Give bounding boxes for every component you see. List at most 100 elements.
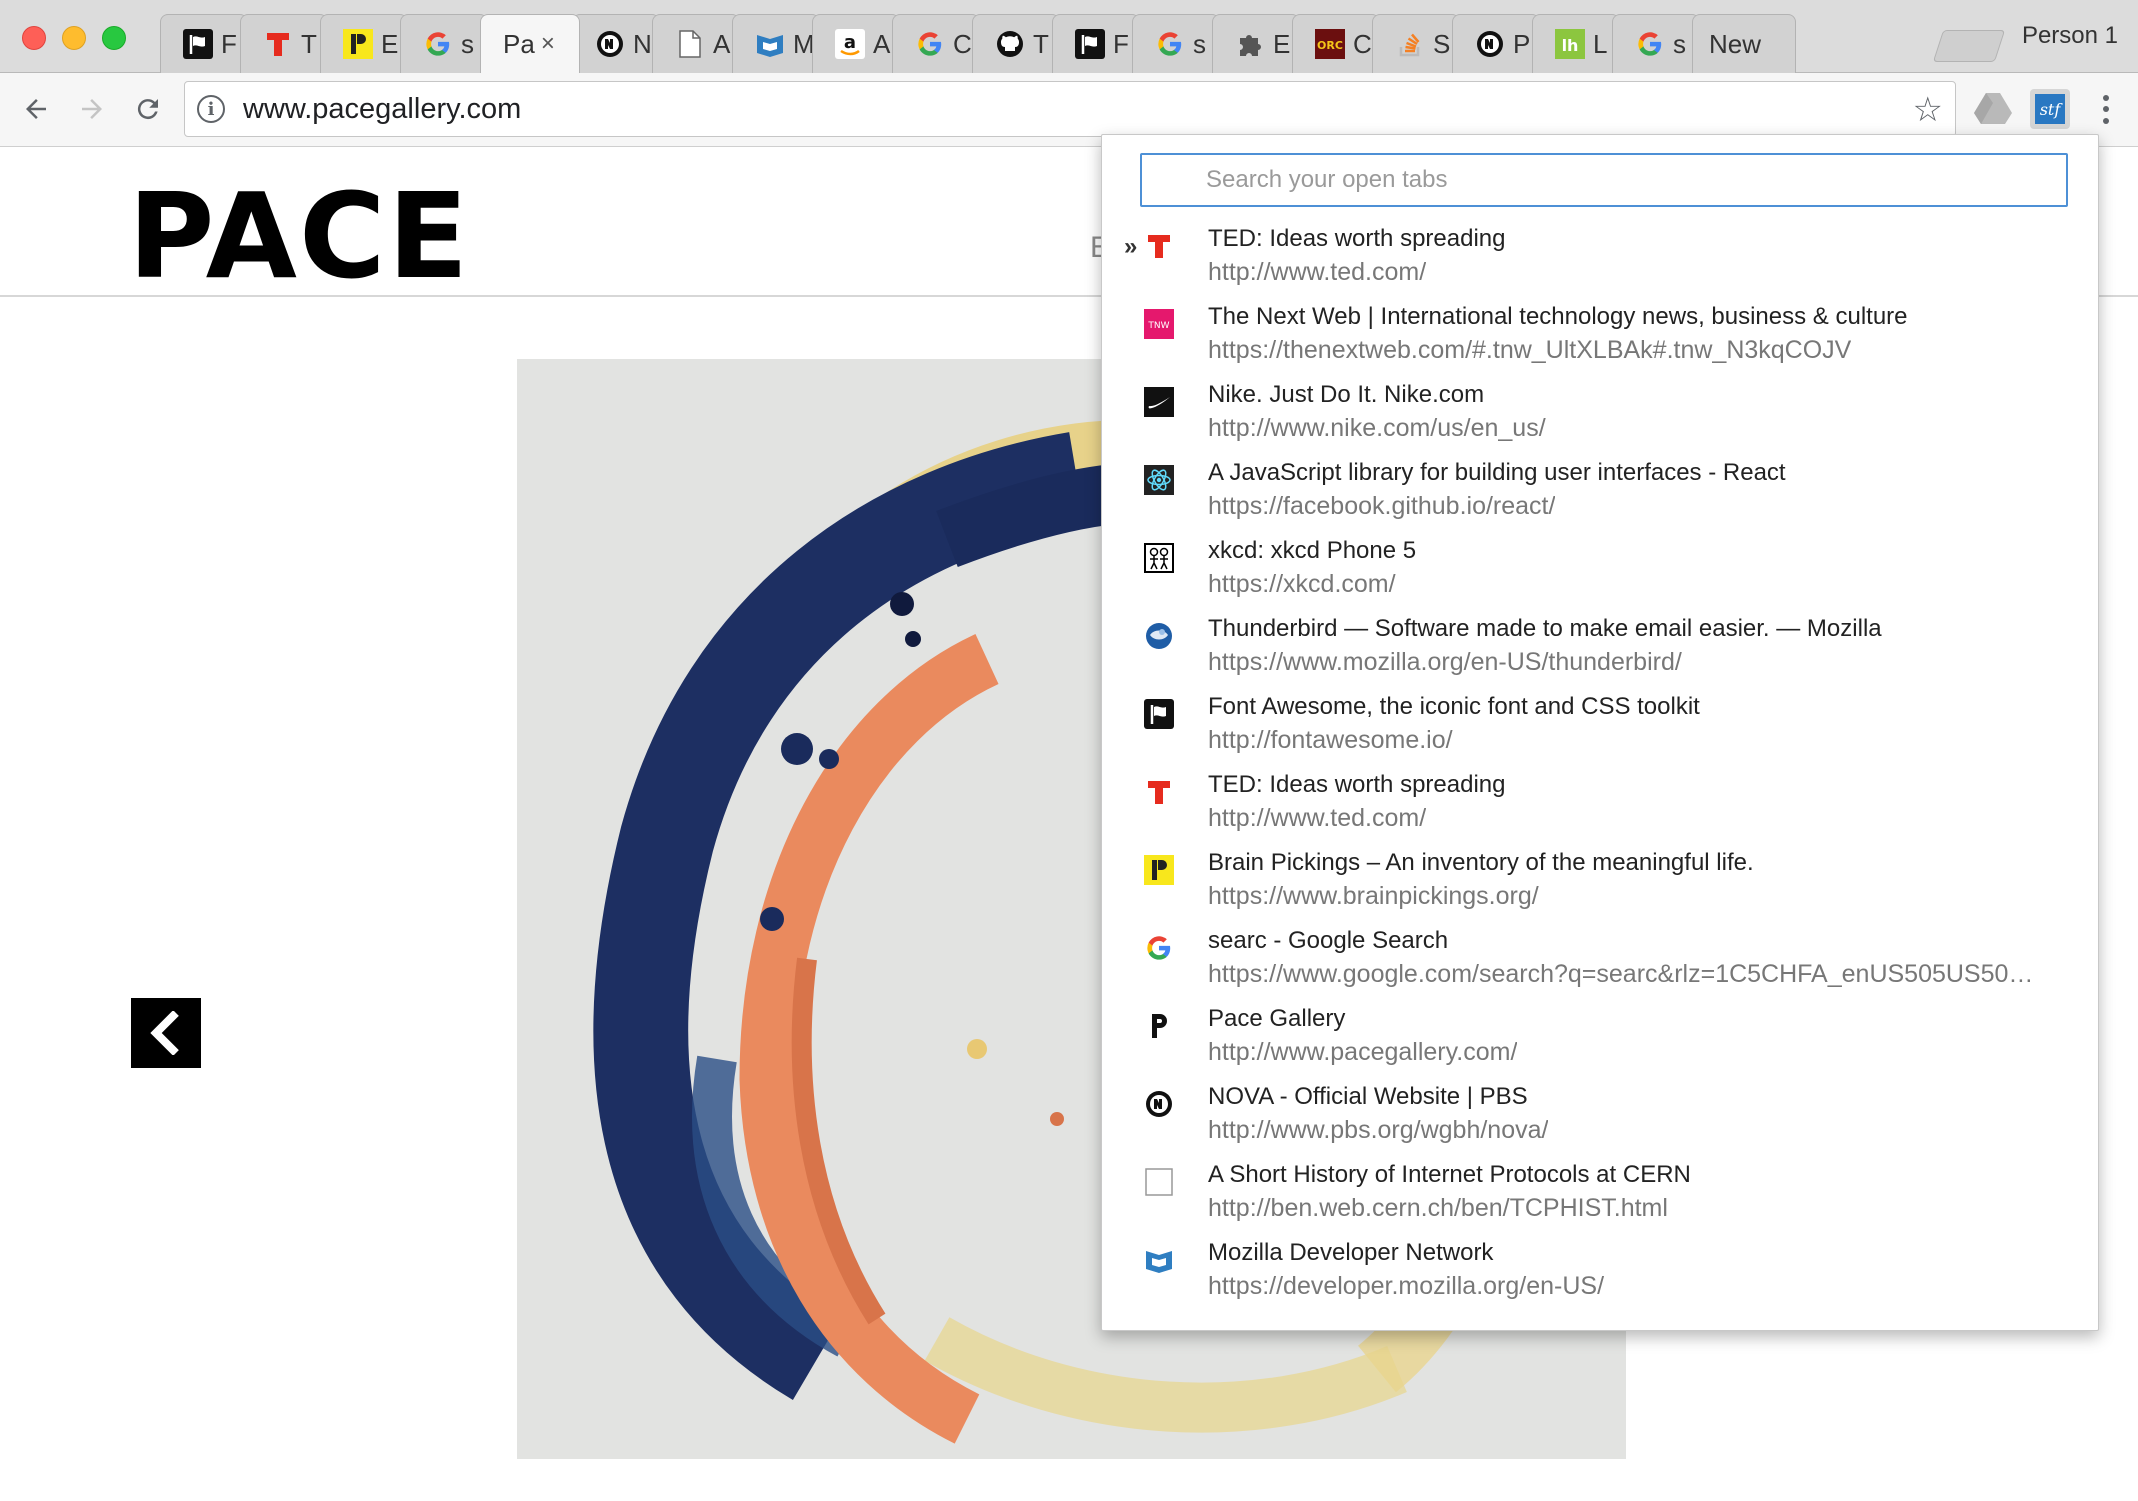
browser-tab[interactable]: A bbox=[652, 14, 740, 73]
bookmark-star-icon[interactable]: ☆ bbox=[1913, 90, 1943, 130]
tab-title: Pa bbox=[503, 28, 535, 59]
thunderbird-icon bbox=[1142, 619, 1176, 653]
github-icon bbox=[995, 29, 1025, 59]
tab-result-title: A Short History of Internet Protocols at… bbox=[1208, 1161, 1691, 1188]
site-info-icon[interactable]: i bbox=[197, 95, 225, 123]
pbs-icon bbox=[595, 29, 625, 59]
profile-button[interactable]: Person 1 bbox=[2022, 22, 2118, 50]
ted-icon bbox=[1142, 229, 1176, 263]
browser-tab[interactable]: s bbox=[1612, 14, 1700, 73]
browser-tab[interactable]: Pa × bbox=[480, 14, 580, 73]
svg-text:ORC: ORC bbox=[1317, 39, 1343, 52]
tab-result-title: TED: Ideas worth spreading bbox=[1208, 771, 1506, 798]
pace-logo[interactable]: PACE bbox=[128, 167, 470, 305]
tab-result-item[interactable]: Brain Pickings – An inventory of the mea… bbox=[1102, 849, 2100, 927]
mdn-icon bbox=[1142, 1243, 1176, 1277]
browser-tab[interactable]: T bbox=[972, 14, 1060, 73]
browser-tab[interactable]: s bbox=[1132, 14, 1220, 73]
tab-title: F bbox=[1113, 28, 1129, 59]
back-button[interactable] bbox=[14, 87, 58, 131]
address-bar[interactable]: i www.pacegallery.com ☆ bbox=[184, 81, 1956, 137]
flag-icon bbox=[183, 29, 213, 59]
tab-result-item[interactable]: Nike. Just Do It. Nike.com http://www.nik… bbox=[1102, 381, 2100, 459]
tab-result-url: https://facebook.github.io/react/ bbox=[1208, 492, 1556, 520]
tab-result-item[interactable]: NOVA - Official Website | PBS http://www.… bbox=[1102, 1083, 2100, 1161]
tab-result-title: Mozilla Developer Network bbox=[1208, 1239, 1494, 1266]
flag-icon bbox=[1142, 697, 1176, 731]
ted-icon bbox=[263, 29, 293, 59]
tab-title: s bbox=[461, 28, 474, 59]
address-bar-url[interactable]: www.pacegallery.com bbox=[243, 93, 521, 126]
tab-title: S bbox=[1433, 28, 1451, 59]
browser-tab[interactable]: lh L bbox=[1532, 14, 1620, 73]
tab-result-url: https://thenextweb.com/#.tnw_UltXLBAk#.t… bbox=[1208, 336, 1852, 364]
back-arrow-icon bbox=[26, 99, 46, 119]
tab-result-item[interactable]: A Short History of Internet Protocols at… bbox=[1102, 1161, 2100, 1239]
tab-search-input[interactable] bbox=[1140, 153, 2068, 207]
tab-result-item[interactable]: TED: Ideas worth spreading http://www.ted… bbox=[1102, 771, 2100, 849]
google-icon bbox=[1155, 29, 1185, 59]
browser-tab[interactable]: P bbox=[1452, 14, 1540, 73]
svg-text:TNW: TNW bbox=[1147, 321, 1169, 331]
tab-result-title: Font Awesome, the iconic font and CSS to… bbox=[1208, 693, 1700, 720]
browser-tab[interactable]: C bbox=[892, 14, 980, 73]
browser-tab[interactable]: E bbox=[1212, 14, 1300, 73]
pace-icon bbox=[1142, 1009, 1176, 1043]
tab-title: s bbox=[1193, 28, 1206, 59]
browser-tab[interactable]: F bbox=[160, 14, 248, 73]
minimize-window-button[interactable] bbox=[62, 26, 86, 50]
tab-result-url: http://www.ted.com/ bbox=[1208, 258, 1427, 286]
selected-marker: » bbox=[1124, 233, 1138, 260]
browser-menu-button[interactable] bbox=[2094, 89, 2118, 129]
close-tab-icon[interactable]: × bbox=[541, 30, 555, 58]
browser-tab[interactable]: aA bbox=[812, 14, 900, 73]
drive-extension-icon[interactable] bbox=[1974, 91, 2012, 127]
zoom-window-button[interactable] bbox=[102, 26, 126, 50]
browser-tab[interactable]: New bbox=[1692, 14, 1796, 73]
tab-result-title: Pace Gallery bbox=[1208, 1005, 1346, 1032]
tab-result-item[interactable]: xkcd: xkcd Phone 5 https://xkcd.com/ bbox=[1102, 537, 2100, 615]
tab-title: N bbox=[633, 28, 652, 59]
tab-title: A bbox=[873, 28, 891, 59]
tab-result-item[interactable]: TNW The Next Web | International technolo… bbox=[1102, 303, 2100, 381]
tab-result-item[interactable]: Thunderbird — Software made to make emai… bbox=[1102, 615, 2100, 693]
tab-result-item[interactable]: searc - Google Search https://www.google.… bbox=[1102, 927, 2100, 1005]
tab-result-url: http://www.nike.com/us/en_us/ bbox=[1208, 414, 1546, 442]
tab-search-popup: » TED: Ideas worth spreading http://www.te… bbox=[1101, 134, 2099, 1331]
tab-result-item[interactable]: Font Awesome, the iconic font and CSS to… bbox=[1102, 693, 2100, 771]
google-icon bbox=[1635, 29, 1665, 59]
reload-button[interactable] bbox=[126, 87, 170, 131]
tab-result-item[interactable]: Mozilla Developer Network https://develop… bbox=[1102, 1239, 2100, 1317]
tab-result-item[interactable]: A JavaScript library for building user i… bbox=[1102, 459, 2100, 537]
browser-tab[interactable]: F bbox=[1052, 14, 1140, 73]
ted-icon bbox=[1142, 775, 1176, 809]
browser-tab[interactable]: N bbox=[572, 14, 660, 73]
browser-tab[interactable]: s bbox=[400, 14, 488, 73]
browser-tab[interactable]: T bbox=[240, 14, 328, 73]
tab-result-item[interactable]: » TED: Ideas worth spreading http://www.te… bbox=[1102, 225, 2100, 303]
tab-result-url: http://www.pacegallery.com/ bbox=[1208, 1038, 1518, 1066]
browser-tab[interactable]: E bbox=[320, 14, 408, 73]
tab-result-title: Nike. Just Do It. Nike.com bbox=[1208, 381, 1485, 408]
tab-search-extension-button[interactable]: stf bbox=[2030, 89, 2070, 129]
tab-result-url: https://xkcd.com/ bbox=[1208, 570, 1396, 598]
tab-result-url: https://www.brainpickings.org/ bbox=[1208, 882, 1539, 910]
forward-arrow-icon bbox=[82, 99, 102, 119]
browser-tab[interactable]: M bbox=[732, 14, 820, 73]
new-tab-button[interactable] bbox=[1932, 30, 2006, 62]
amazon-icon: a bbox=[835, 29, 865, 59]
stf-extension-icon: stf bbox=[2035, 94, 2065, 124]
tab-results-list: » TED: Ideas worth spreading http://www.te… bbox=[1102, 225, 2100, 1317]
previous-slide-button[interactable] bbox=[131, 998, 201, 1068]
blank-page-icon bbox=[1142, 1165, 1176, 1199]
forward-button[interactable] bbox=[70, 87, 114, 131]
tab-result-item[interactable]: Pace Gallery http://www.pacegallery.com/ bbox=[1102, 1005, 2100, 1083]
tab-title: E bbox=[1273, 28, 1291, 59]
mdn-icon bbox=[755, 29, 785, 59]
stackoverflow-icon bbox=[1395, 29, 1425, 59]
close-window-button[interactable] bbox=[22, 26, 46, 50]
tab-result-url: http://www.pbs.org/wgbh/nova/ bbox=[1208, 1116, 1549, 1144]
browser-tab[interactable]: S bbox=[1372, 14, 1460, 73]
tnw-icon: TNW bbox=[1142, 307, 1176, 341]
browser-tab[interactable]: ORC C bbox=[1292, 14, 1380, 73]
